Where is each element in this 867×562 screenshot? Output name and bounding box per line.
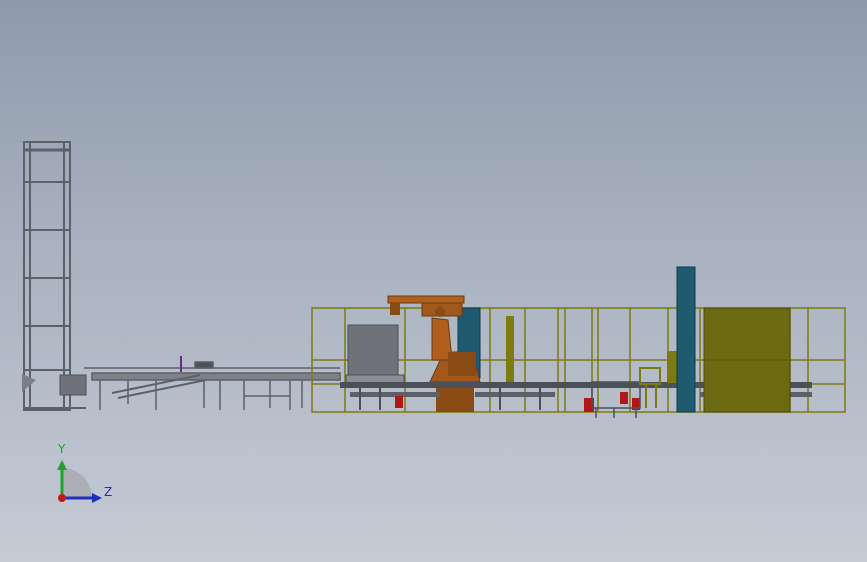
y-axis-label: Y	[58, 442, 66, 456]
tower-frame[interactable]	[23, 141, 71, 411]
orientation-triad[interactable]: Y Z	[40, 438, 120, 518]
labeling-machine[interactable]	[345, 324, 405, 384]
storage-panel[interactable]	[703, 307, 791, 413]
cad-viewport[interactable]: Y Z	[0, 0, 867, 562]
triad-graphic	[57, 460, 102, 503]
infeed-conveyor[interactable]	[84, 361, 341, 410]
tower-base	[22, 374, 87, 409]
z-axis-label: Z	[104, 485, 113, 499]
wrapper-column[interactable]	[676, 266, 696, 413]
assembly-model[interactable]	[0, 0, 867, 562]
